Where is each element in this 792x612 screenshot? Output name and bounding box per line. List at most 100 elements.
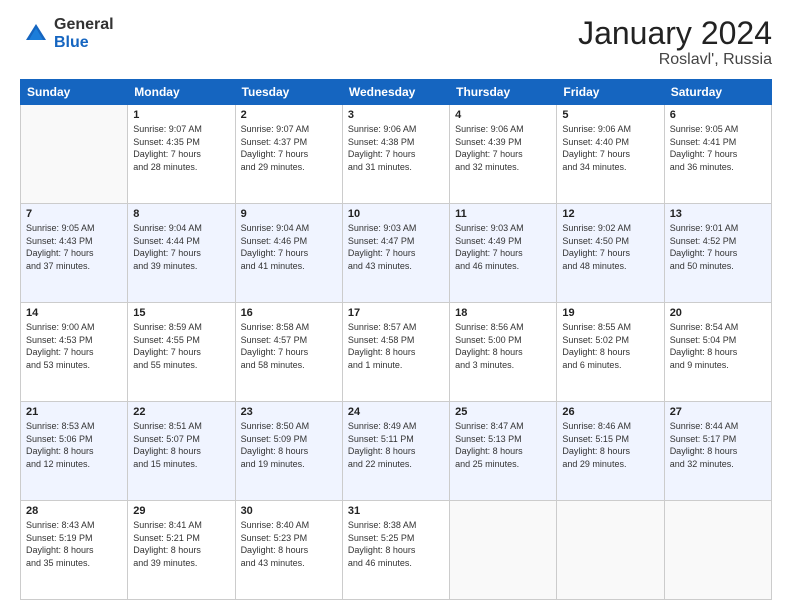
day-header-friday: Friday: [557, 80, 664, 105]
calendar-cell: 15 Sunrise: 8:59 AMSunset: 4:55 PMDayligh…: [128, 303, 235, 402]
calendar-cell: 6 Sunrise: 9:05 AMSunset: 4:41 PMDaylight…: [664, 105, 771, 204]
day-number: 21: [26, 406, 122, 418]
month-year: January 2024: [578, 16, 772, 51]
day-info: Sunrise: 8:51 AMSunset: 5:07 PMDaylight:…: [133, 420, 229, 470]
header: General Blue January 2024 Roslavl', Russ…: [20, 16, 772, 69]
day-info: Sunrise: 9:07 AMSunset: 4:37 PMDaylight:…: [241, 123, 337, 173]
day-header-wednesday: Wednesday: [342, 80, 449, 105]
day-info: Sunrise: 9:07 AMSunset: 4:35 PMDaylight:…: [133, 123, 229, 173]
day-header-row: SundayMondayTuesdayWednesdayThursdayFrid…: [21, 80, 772, 105]
day-number: 17: [348, 307, 444, 319]
day-number: 10: [348, 208, 444, 220]
day-info: Sunrise: 8:46 AMSunset: 5:15 PMDaylight:…: [562, 420, 658, 470]
calendar-cell: 23 Sunrise: 8:50 AMSunset: 5:09 PMDayligh…: [235, 402, 342, 501]
calendar-cell: 29 Sunrise: 8:41 AMSunset: 5:21 PMDayligh…: [128, 501, 235, 600]
day-number: 7: [26, 208, 122, 220]
calendar-cell: 1 Sunrise: 9:07 AMSunset: 4:35 PMDaylight…: [128, 105, 235, 204]
day-info: Sunrise: 8:40 AMSunset: 5:23 PMDaylight:…: [241, 519, 337, 569]
day-info: Sunrise: 8:43 AMSunset: 5:19 PMDaylight:…: [26, 519, 122, 569]
day-number: 15: [133, 307, 229, 319]
calendar-cell: [450, 501, 557, 600]
logo-icon: [22, 20, 50, 48]
calendar-cell: 26 Sunrise: 8:46 AMSunset: 5:15 PMDayligh…: [557, 402, 664, 501]
day-number: 20: [670, 307, 766, 319]
day-number: 9: [241, 208, 337, 220]
day-info: Sunrise: 9:04 AMSunset: 4:44 PMDaylight:…: [133, 222, 229, 272]
day-info: Sunrise: 9:00 AMSunset: 4:53 PMDaylight:…: [26, 321, 122, 371]
calendar-cell: 5Sunrise: 9:06 AMSunset: 4:40 PMDaylight…: [557, 105, 664, 204]
day-number: 6: [670, 109, 766, 121]
day-info: Sunrise: 8:44 AMSunset: 5:17 PMDaylight:…: [670, 420, 766, 470]
calendar-week-2: 7 Sunrise: 9:05 AMSunset: 4:43 PMDaylight…: [21, 204, 772, 303]
day-number: 2: [241, 109, 337, 121]
title-block: January 2024 Roslavl', Russia: [578, 16, 772, 69]
day-info: Sunrise: 8:57 AMSunset: 4:58 PMDaylight:…: [348, 321, 444, 371]
calendar-cell: 25 Sunrise: 8:47 AMSunset: 5:13 PMDayligh…: [450, 402, 557, 501]
calendar-cell: 17 Sunrise: 8:57 AMSunset: 4:58 PMDayligh…: [342, 303, 449, 402]
location: Roslavl', Russia: [578, 51, 772, 69]
calendar-week-1: 1 Sunrise: 9:07 AMSunset: 4:35 PMDaylight…: [21, 105, 772, 204]
day-info: Sunrise: 9:01 AMSunset: 4:52 PMDaylight:…: [670, 222, 766, 272]
day-info: Sunrise: 9:06 AMSunset: 4:39 PMDaylight:…: [455, 123, 551, 173]
calendar-body: 1 Sunrise: 9:07 AMSunset: 4:35 PMDaylight…: [21, 105, 772, 600]
calendar-week-3: 14 Sunrise: 9:00 AMSunset: 4:53 PMDayligh…: [21, 303, 772, 402]
day-info: Sunrise: 8:38 AMSunset: 5:25 PMDaylight:…: [348, 519, 444, 569]
day-number: 4: [455, 109, 551, 121]
calendar-cell: 8 Sunrise: 9:04 AMSunset: 4:44 PMDaylight…: [128, 204, 235, 303]
day-info: Sunrise: 9:05 AMSunset: 4:41 PMDaylight:…: [670, 123, 766, 173]
day-info: Sunrise: 9:05 AMSunset: 4:43 PMDaylight:…: [26, 222, 122, 272]
day-number: 29: [133, 505, 229, 517]
day-number: 31: [348, 505, 444, 517]
day-number: 26: [562, 406, 658, 418]
calendar-cell: 19 Sunrise: 8:55 AMSunset: 5:02 PMDayligh…: [557, 303, 664, 402]
day-number: 24: [348, 406, 444, 418]
calendar-cell: 30 Sunrise: 8:40 AMSunset: 5:23 PMDayligh…: [235, 501, 342, 600]
calendar-cell: 31 Sunrise: 8:38 AMSunset: 5:25 PMDayligh…: [342, 501, 449, 600]
day-number: 16: [241, 307, 337, 319]
calendar-week-4: 21 Sunrise: 8:53 AMSunset: 5:06 PMDayligh…: [21, 402, 772, 501]
day-header-sunday: Sunday: [21, 80, 128, 105]
calendar-cell: [664, 501, 771, 600]
calendar-cell: 11 Sunrise: 9:03 AMSunset: 4:49 PMDayligh…: [450, 204, 557, 303]
calendar-cell: 28 Sunrise: 8:43 AMSunset: 5:19 PMDayligh…: [21, 501, 128, 600]
day-info: Sunrise: 8:55 AMSunset: 5:02 PMDaylight:…: [562, 321, 658, 371]
calendar-cell: 4 Sunrise: 9:06 AMSunset: 4:39 PMDaylight…: [450, 105, 557, 204]
calendar-cell: 13 Sunrise: 9:01 AMSunset: 4:52 PMDayligh…: [664, 204, 771, 303]
logo-text: General Blue: [54, 16, 114, 51]
calendar-cell: 7 Sunrise: 9:05 AMSunset: 4:43 PMDaylight…: [21, 204, 128, 303]
calendar-cell: [557, 501, 664, 600]
day-number: 8: [133, 208, 229, 220]
day-number: 12: [562, 208, 658, 220]
calendar-cell: 14 Sunrise: 9:00 AMSunset: 4:53 PMDayligh…: [21, 303, 128, 402]
day-info: Sunrise: 9:06 AMSunset: 4:38 PMDaylight:…: [348, 123, 444, 173]
calendar-cell: 22 Sunrise: 8:51 AMSunset: 5:07 PMDayligh…: [128, 402, 235, 501]
day-number: 11: [455, 208, 551, 220]
day-number: 23: [241, 406, 337, 418]
day-info: Sunrise: 8:54 AMSunset: 5:04 PMDaylight:…: [670, 321, 766, 371]
day-info: Sunrise: 8:59 AMSunset: 4:55 PMDaylight:…: [133, 321, 229, 371]
day-info: Sunrise: 8:41 AMSunset: 5:21 PMDaylight:…: [133, 519, 229, 569]
calendar-cell: 18Sunrise: 8:56 AMSunset: 5:00 PMDayligh…: [450, 303, 557, 402]
day-info: Sunrise: 8:53 AMSunset: 5:06 PMDaylight:…: [26, 420, 122, 470]
day-number: 25: [455, 406, 551, 418]
day-number: 19: [562, 307, 658, 319]
day-info: Sunrise: 8:47 AMSunset: 5:13 PMDaylight:…: [455, 420, 551, 470]
day-number: 13: [670, 208, 766, 220]
day-info: Sunrise: 8:50 AMSunset: 5:09 PMDaylight:…: [241, 420, 337, 470]
day-number: 28: [26, 505, 122, 517]
calendar-cell: 10 Sunrise: 9:03 AMSunset: 4:47 PMDayligh…: [342, 204, 449, 303]
day-info: Sunrise: 9:03 AMSunset: 4:49 PMDaylight:…: [455, 222, 551, 272]
day-header-thursday: Thursday: [450, 80, 557, 105]
page: General Blue January 2024 Roslavl', Russ…: [0, 0, 792, 612]
calendar-cell: 27 Sunrise: 8:44 AMSunset: 5:17 PMDayligh…: [664, 402, 771, 501]
day-number: 14: [26, 307, 122, 319]
day-info: Sunrise: 9:02 AMSunset: 4:50 PMDaylight:…: [562, 222, 658, 272]
calendar-cell: 9Sunrise: 9:04 AMSunset: 4:46 PMDaylight…: [235, 204, 342, 303]
day-number: 1: [133, 109, 229, 121]
day-info: Sunrise: 9:03 AMSunset: 4:47 PMDaylight:…: [348, 222, 444, 272]
day-number: 22: [133, 406, 229, 418]
calendar-cell: 2 Sunrise: 9:07 AMSunset: 4:37 PMDaylight…: [235, 105, 342, 204]
day-number: 30: [241, 505, 337, 517]
day-number: 27: [670, 406, 766, 418]
calendar-cell: 3Sunrise: 9:06 AMSunset: 4:38 PMDaylight…: [342, 105, 449, 204]
